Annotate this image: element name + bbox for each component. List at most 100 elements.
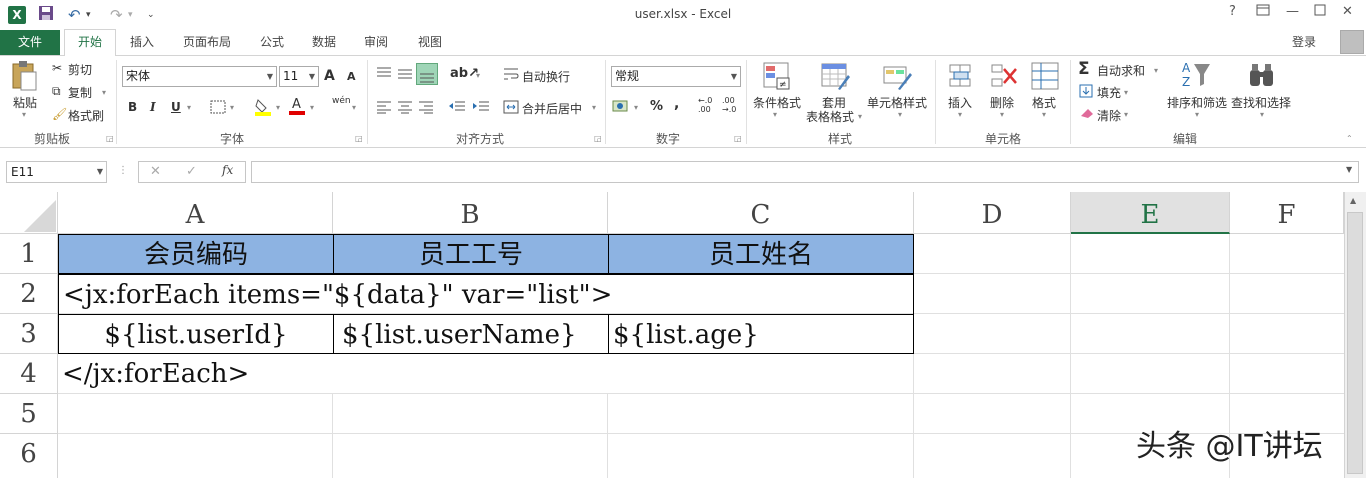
accounting-dropdown-icon[interactable]: ▾ xyxy=(634,103,638,112)
column-header-f[interactable]: F xyxy=(1230,192,1344,234)
minimize-icon[interactable]: — xyxy=(1286,4,1299,19)
format-as-table-icon[interactable] xyxy=(820,61,850,94)
clear-dropdown-icon[interactable]: ▾ xyxy=(1124,110,1128,119)
cut-icon[interactable]: ✂ xyxy=(52,61,62,75)
decrease-indent-icon[interactable] xyxy=(448,100,466,117)
phonetic-dropdown-icon[interactable]: ▾ xyxy=(352,103,356,112)
font-color-dropdown-icon[interactable]: ▾ xyxy=(310,103,314,112)
phonetic-button[interactable]: wén xyxy=(332,96,351,106)
enter-icon[interactable]: ✓ xyxy=(186,164,197,179)
find-select-button[interactable]: 查找和选择 xyxy=(1231,94,1291,111)
fill-button[interactable]: 填充 xyxy=(1097,84,1121,101)
format-cells-button[interactable]: 格式 xyxy=(1032,94,1056,111)
fill-down-icon[interactable] xyxy=(1079,84,1093,101)
row-header-5[interactable]: 5 xyxy=(0,394,58,434)
decrease-decimal-button[interactable]: .00 →.0 xyxy=(722,96,742,114)
merge-dropdown-icon[interactable]: ▾ xyxy=(592,103,596,112)
formula-input[interactable] xyxy=(251,161,1359,183)
number-format-combo[interactable]: 常规 ▼ xyxy=(611,66,741,87)
row-header-6[interactable]: 6 xyxy=(0,434,58,478)
autosum-button[interactable]: 自动求和 xyxy=(1097,62,1145,79)
tab-review[interactable]: 审阅 xyxy=(356,30,396,55)
align-right-icon[interactable] xyxy=(418,100,434,117)
font-color-icon[interactable]: A xyxy=(288,96,306,119)
align-bottom-icon[interactable] xyxy=(416,63,438,85)
format-painter-icon[interactable]: 🖌 xyxy=(52,107,67,121)
align-middle-icon[interactable] xyxy=(397,66,413,83)
fill-color-dropdown-icon[interactable]: ▾ xyxy=(276,103,280,112)
row-header-4[interactable]: 4 xyxy=(0,354,58,394)
paste-button[interactable]: 粘贴 xyxy=(13,94,37,111)
select-all-button[interactable] xyxy=(0,192,58,234)
copy-icon[interactable]: ⧉ xyxy=(52,84,61,99)
cell-c3[interactable]: ${list.age} xyxy=(608,314,914,354)
login-link[interactable]: 登录 xyxy=(1292,33,1316,50)
tab-file[interactable]: 文件 xyxy=(0,30,60,55)
conditional-format-icon[interactable]: ≠ xyxy=(762,61,792,94)
borders-icon[interactable] xyxy=(210,100,226,117)
cell-a3[interactable]: ${list.userId} xyxy=(58,314,334,354)
accounting-format-icon[interactable] xyxy=(612,98,632,117)
column-header-c[interactable]: C xyxy=(608,192,914,234)
column-header-a[interactable]: A xyxy=(58,192,333,234)
delete-cells-button[interactable]: 删除 xyxy=(990,94,1014,111)
align-center-icon[interactable] xyxy=(397,100,413,117)
cancel-icon[interactable]: ✕ xyxy=(150,164,161,179)
font-name-combo[interactable]: 宋体 ▼ xyxy=(122,66,277,87)
autosum-icon[interactable]: Σ xyxy=(1078,59,1090,79)
insert-function-icon[interactable]: fx xyxy=(222,163,233,177)
format-cells-icon[interactable] xyxy=(1030,61,1060,94)
clipboard-launcher-icon[interactable]: ◲ xyxy=(106,134,114,143)
borders-dropdown-icon[interactable]: ▾ xyxy=(230,103,234,112)
tab-formulas[interactable]: 公式 xyxy=(252,30,292,55)
cell-styles-button[interactable]: 单元格样式 xyxy=(867,94,927,111)
row-header-3[interactable]: 3 xyxy=(0,314,58,354)
ribbon-display-icon[interactable] xyxy=(1256,4,1270,20)
paste-dropdown-icon[interactable]: ▾ xyxy=(22,110,26,119)
orientation-icon[interactable]: ab↗ xyxy=(450,66,479,81)
underline-dropdown-icon[interactable]: ▾ xyxy=(187,103,191,112)
format-dropdown-icon[interactable]: ▾ xyxy=(1042,110,1046,119)
cell-b3[interactable]: ${list.userName} xyxy=(333,314,609,354)
find-dropdown-icon[interactable]: ▾ xyxy=(1260,110,1264,119)
column-header-d[interactable]: D xyxy=(914,192,1071,234)
shrink-font-button[interactable]: A xyxy=(347,70,356,83)
cell-styles-dropdown-icon[interactable]: ▾ xyxy=(898,110,902,119)
alignment-launcher-icon[interactable]: ◲ xyxy=(594,134,602,143)
font-launcher-icon[interactable]: ◲ xyxy=(355,134,363,143)
fill-dropdown-icon[interactable]: ▾ xyxy=(1124,88,1128,97)
scroll-up-icon[interactable]: ▲ xyxy=(1350,196,1356,205)
fill-color-icon[interactable] xyxy=(254,98,272,119)
merge-center-button[interactable]: 合并后居中 xyxy=(522,100,582,117)
sort-filter-icon[interactable]: AZ xyxy=(1180,60,1212,93)
tab-view[interactable]: 视图 xyxy=(410,30,450,55)
clear-button[interactable]: 清除 xyxy=(1097,107,1121,124)
help-button[interactable]: ? xyxy=(1229,4,1236,19)
insert-dropdown-icon[interactable]: ▾ xyxy=(958,110,962,119)
autosum-dropdown-icon[interactable]: ▾ xyxy=(1154,66,1158,75)
grow-font-button[interactable]: A xyxy=(324,68,335,84)
cell-a1[interactable]: 会员编码 xyxy=(58,234,334,274)
sort-dropdown-icon[interactable]: ▾ xyxy=(1195,110,1199,119)
sort-filter-button[interactable]: 排序和筛选 xyxy=(1167,94,1227,111)
number-launcher-icon[interactable]: ◲ xyxy=(734,134,742,143)
name-box[interactable]: E11 ▼ xyxy=(6,161,107,183)
collapse-ribbon-icon[interactable]: ⌃ xyxy=(1346,134,1353,143)
increase-decimal-button[interactable]: ←.0 .00 xyxy=(698,96,718,114)
cut-button[interactable]: 剪切 xyxy=(68,61,92,78)
comma-button[interactable]: , xyxy=(674,96,679,112)
increase-indent-icon[interactable] xyxy=(472,100,490,117)
close-icon[interactable]: ✕ xyxy=(1342,4,1353,19)
align-left-icon[interactable] xyxy=(376,100,392,117)
insert-cells-button[interactable]: 插入 xyxy=(948,94,972,111)
conditional-dropdown-icon[interactable]: ▾ xyxy=(773,110,777,119)
copy-dropdown-icon[interactable]: ▾ xyxy=(102,88,106,97)
cell-c1[interactable]: 员工姓名 xyxy=(608,234,914,274)
column-header-e[interactable]: E xyxy=(1071,192,1230,234)
merge-center-icon[interactable] xyxy=(503,100,519,117)
restore-icon[interactable] xyxy=(1314,4,1326,20)
bold-button[interactable]: B xyxy=(128,100,137,114)
wrap-text-icon[interactable] xyxy=(503,67,519,84)
font-size-combo[interactable]: 11 ▼ xyxy=(279,66,319,87)
underline-button[interactable]: U xyxy=(171,100,181,114)
